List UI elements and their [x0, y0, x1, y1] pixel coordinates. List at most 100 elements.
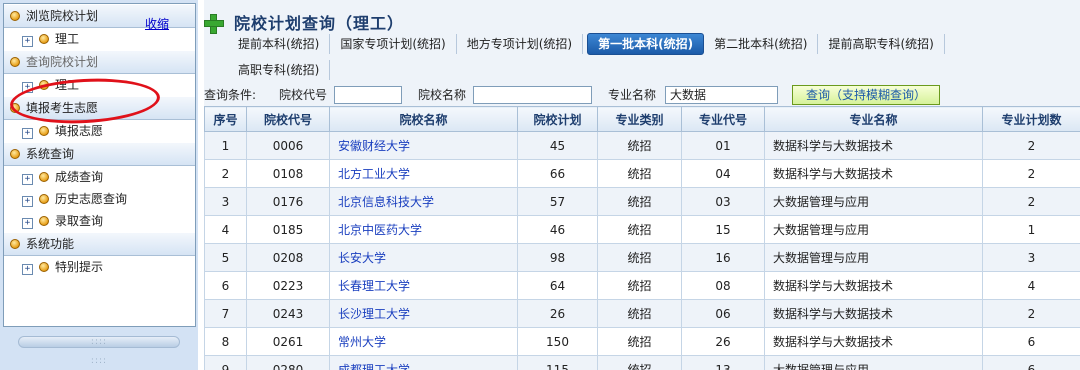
table-cell: 2 [982, 159, 1080, 188]
sidebar-section-browse[interactable]: 浏览院校计划 收缩 [4, 4, 195, 31]
school-name-link[interactable]: 长春理工大学 [329, 271, 518, 300]
tab-local-special[interactable]: 地方专项计划(统招) [461, 34, 584, 54]
table-cell: 03 [681, 187, 765, 216]
table-cell: 0243 [246, 299, 330, 328]
collapse-link[interactable]: 收缩 [145, 13, 169, 35]
table-cell: 0208 [246, 243, 330, 272]
tab-vocational[interactable]: 高职专科(统招) [232, 60, 331, 80]
table-row[interactable]: 4 0185 北京中医药大学 46 统招 15 大数据管理与应用 1 [204, 215, 1080, 244]
tab-early-vocational[interactable]: 提前高职专科(统招) [822, 34, 945, 54]
table-cell: 2 [982, 131, 1080, 160]
table-cell: 15 [681, 215, 765, 244]
table-cell: 46 [517, 215, 598, 244]
table-cell: 64 [517, 271, 598, 300]
school-name-link[interactable]: 成都理工大学 [329, 355, 518, 370]
table-cell: 统招 [597, 215, 682, 244]
table-cell: 统招 [597, 243, 682, 272]
table-cell: 统招 [597, 327, 682, 356]
section-title: 查询院校计划 [26, 55, 99, 69]
main-content: 院校计划查询（理工） 提前本科(统招) 国家专项计划(统招) 地方专项计划(统招) 第… [204, 0, 1080, 370]
table-row[interactable]: 7 0243 长沙理工大学 26 统招 06 数据科学与大数据技术 2 [204, 299, 1080, 328]
table-cell: 115 [517, 355, 598, 370]
major-name-input[interactable]: 大数据 [665, 86, 778, 104]
table-row[interactable]: 9 0280 成都理工大学 115 统招 13 大数据管理与应用 6 [204, 355, 1080, 370]
sidebar-item-score-query[interactable]: + 成绩查询 [4, 166, 195, 188]
table-row[interactable]: 5 0208 长安大学 98 统招 16 大数据管理与应用 3 [204, 243, 1080, 272]
table-cell: 统招 [597, 159, 682, 188]
results-table-wrap: 序号 院校代号 院校名称 院校计划 专业类别 专业代号 专业名称 专业计划数 1… [204, 106, 1080, 370]
table-cell: 统招 [597, 131, 682, 160]
column-header[interactable]: 专业名称 [764, 106, 983, 132]
sidebar-item-admission-query[interactable]: + 录取查询 [4, 210, 195, 232]
column-header[interactable]: 专业代号 [681, 106, 765, 132]
page-title: 院校计划查询（理工） [234, 14, 405, 33]
table-cell: 26 [517, 299, 598, 328]
table-cell: 统招 [597, 299, 682, 328]
table-row[interactable]: 6 0223 长春理工大学 64 统招 08 数据科学与大数据技术 4 [204, 271, 1080, 300]
sidebar: 浏览院校计划 收缩 + 理工 查询院校计划 + 理工 填报考生志愿 + 填报志愿 系统… [0, 0, 198, 370]
school-name-input[interactable] [473, 86, 592, 104]
grip-dots-icon: :::: [90, 356, 108, 366]
expand-plus-icon[interactable]: + [22, 36, 33, 47]
table-row[interactable]: 1 0006 安徽财经大学 45 统招 01 数据科学与大数据技术 2 [204, 131, 1080, 160]
column-header[interactable]: 专业计划数 [982, 106, 1080, 132]
title-bar: 院校计划查询（理工） [204, 6, 1080, 34]
table-cell: 3 [982, 243, 1080, 272]
table-cell: 8 [204, 327, 247, 356]
school-name-link[interactable]: 长安大学 [329, 243, 518, 272]
column-header[interactable]: 专业类别 [597, 106, 682, 132]
table-cell: 0006 [246, 131, 330, 160]
school-code-input[interactable] [334, 86, 402, 104]
school-name-link[interactable]: 北京中医药大学 [329, 215, 518, 244]
tab-early-undergrad[interactable]: 提前本科(统招) [232, 34, 331, 54]
table-cell: 4 [982, 271, 1080, 300]
column-header[interactable]: 院校计划 [517, 106, 598, 132]
table-cell: 7 [204, 299, 247, 328]
orange-circle-icon [39, 172, 49, 182]
sidebar-section-system-query[interactable]: 系统查询 [4, 142, 195, 166]
school-name-link[interactable]: 安徽财经大学 [329, 131, 518, 160]
table-cell: 统招 [597, 271, 682, 300]
table-cell: 2 [204, 159, 247, 188]
expand-plus-icon[interactable]: + [22, 196, 33, 207]
sidebar-item-history-query[interactable]: + 历史志愿查询 [4, 188, 195, 210]
table-cell: 06 [681, 299, 765, 328]
sidebar-item-special-notice[interactable]: + 特别提示 [4, 256, 195, 278]
sidebar-item-label: 理工 [55, 32, 80, 46]
school-name-link[interactable]: 北京信息科技大学 [329, 187, 518, 216]
sidebar-item-fill-volunteer[interactable]: + 填报志愿 [4, 120, 195, 142]
sidebar-section-query[interactable]: 查询院校计划 [4, 50, 195, 74]
orange-circle-icon [10, 149, 20, 159]
tab-first-batch[interactable]: 第一批本科(统招) [587, 33, 705, 55]
table-cell: 0261 [246, 327, 330, 356]
sidebar-section-system-functions[interactable]: 系统功能 [4, 232, 195, 256]
expand-plus-icon[interactable]: + [22, 128, 33, 139]
table-cell: 统招 [597, 355, 682, 370]
expand-plus-icon[interactable]: + [22, 174, 33, 185]
filter-label: 查询条件: [204, 88, 257, 102]
table-cell: 0280 [246, 355, 330, 370]
table-row[interactable]: 2 0108 北方工业大学 66 统招 04 数据科学与大数据技术 2 [204, 159, 1080, 188]
table-cell: 6 [204, 271, 247, 300]
search-button[interactable]: 查询（支持模糊查询） [792, 85, 940, 105]
column-header[interactable]: 序号 [204, 106, 247, 132]
school-name-link[interactable]: 北方工业大学 [329, 159, 518, 188]
column-header[interactable]: 院校名称 [329, 106, 518, 132]
table-cell: 数据科学与大数据技术 [764, 131, 983, 160]
column-header[interactable]: 院校代号 [246, 106, 330, 132]
school-name-link[interactable]: 长沙理工大学 [329, 299, 518, 328]
expand-plus-icon[interactable]: + [22, 264, 33, 275]
table-row[interactable]: 8 0261 常州大学 150 统招 26 数据科学与大数据技术 6 [204, 327, 1080, 356]
table-cell: 04 [681, 159, 765, 188]
table-row[interactable]: 3 0176 北京信息科技大学 57 统招 03 大数据管理与应用 2 [204, 187, 1080, 216]
tab-second-batch[interactable]: 第二批本科(统招) [708, 34, 819, 54]
sidebar-item-label: 填报志愿 [55, 124, 104, 138]
filter-bar: 查询条件: 院校代号 院校名称 专业名称 大数据 查询（支持模糊查询） [204, 84, 1080, 106]
results-table: 序号 院校代号 院校名称 院校计划 专业类别 专业代号 专业名称 专业计划数 1… [204, 106, 1080, 370]
table-cell: 大数据管理与应用 [764, 187, 983, 216]
expand-plus-icon[interactable]: + [22, 218, 33, 229]
table-cell: 9 [204, 355, 247, 370]
school-name-link[interactable]: 常州大学 [329, 327, 518, 356]
table-cell: 2 [982, 299, 1080, 328]
tab-national-special[interactable]: 国家专项计划(统招) [334, 34, 457, 54]
